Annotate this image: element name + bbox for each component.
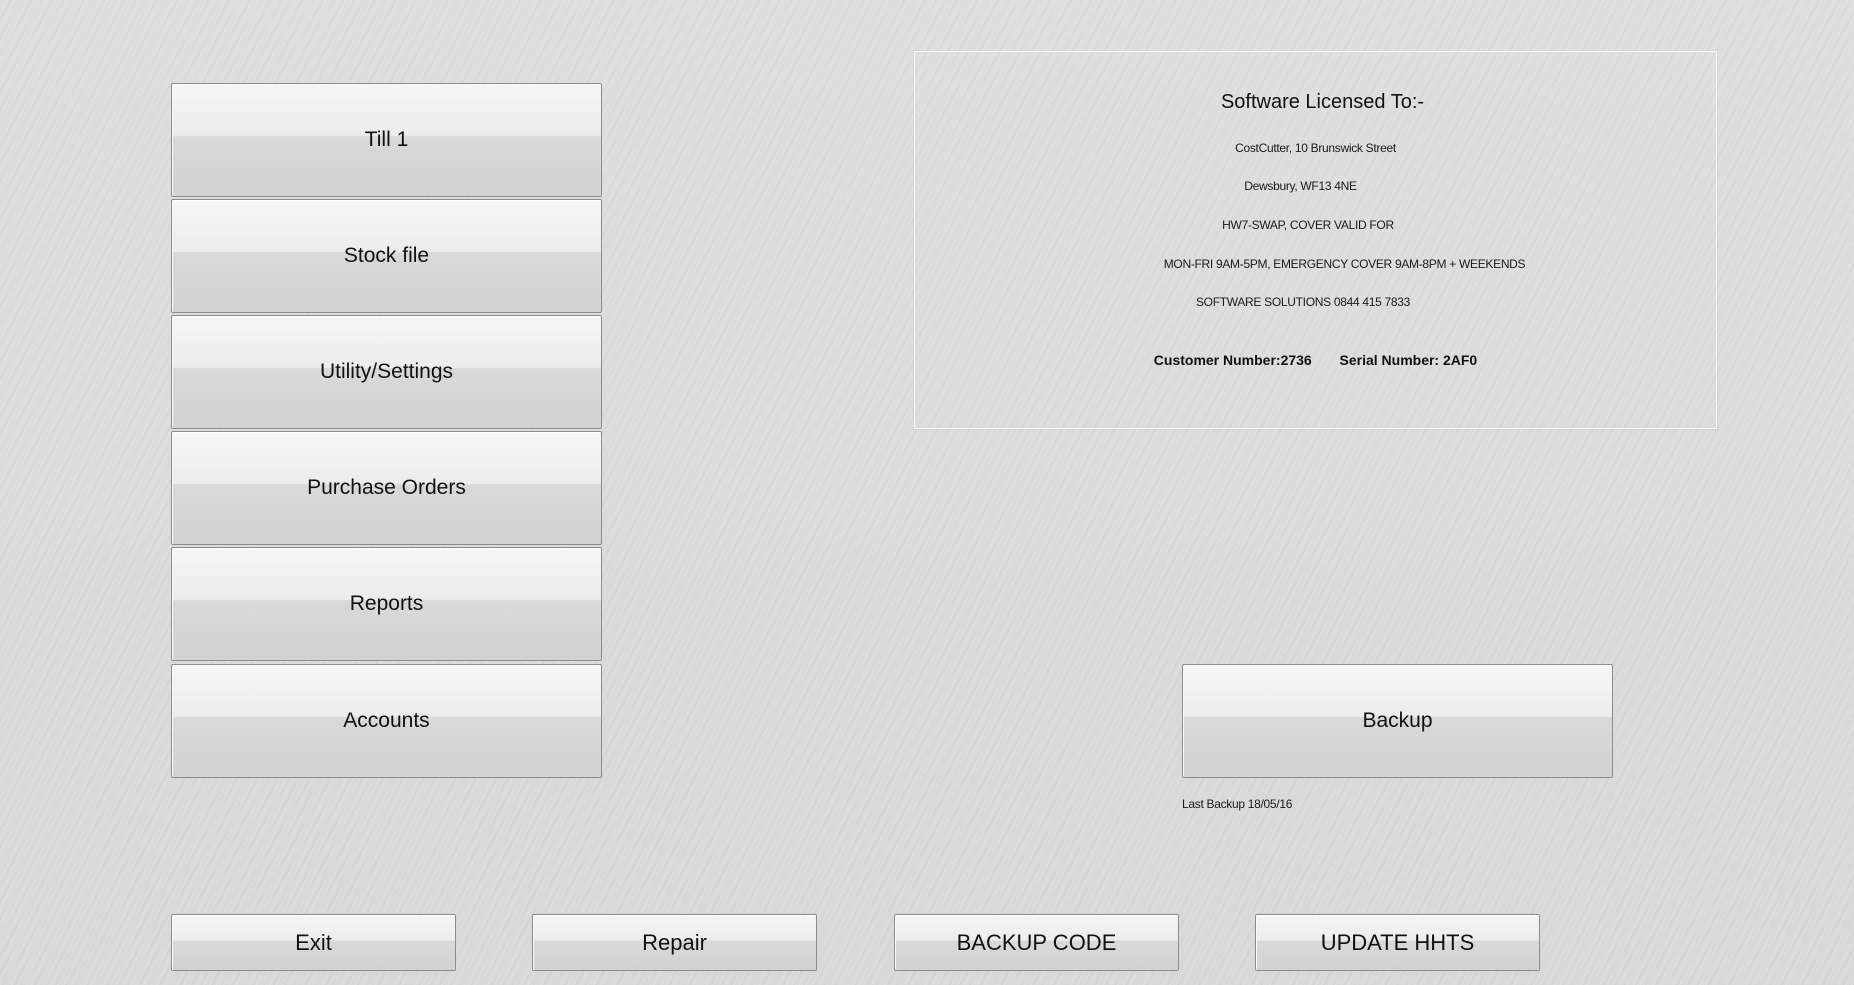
exit-button[interactable]: Exit	[171, 914, 456, 971]
purchase-orders-label: Purchase Orders	[307, 476, 466, 499]
license-address-line-1: CostCutter, 10 Brunswick Street	[1235, 141, 1396, 155]
backup-button[interactable]: Backup	[1182, 664, 1613, 778]
license-ids-row: Customer Number:2736 Serial Number: 2AF0	[915, 352, 1716, 368]
utility-settings-button[interactable]: Utility/Settings	[171, 315, 602, 429]
license-cover-line: HW7-SWAP, COVER VALID FOR	[1222, 218, 1394, 232]
reports-button[interactable]: Reports	[171, 547, 602, 661]
backup-label: Backup	[1362, 709, 1433, 732]
stock-file-label: Stock file	[343, 244, 430, 267]
license-hours-line: MON-FRI 9AM-5PM, EMERGENCY COVER 9AM-8PM…	[1163, 257, 1526, 271]
update-hhts-button[interactable]: UPDATE HHTS	[1255, 914, 1540, 971]
till-1-label: Till 1	[364, 128, 409, 151]
customer-number: Customer Number:2736	[1153, 352, 1312, 368]
repair-label: Repair	[642, 929, 707, 955]
license-support-line: SOFTWARE SOLUTIONS 0844 415 7833	[1195, 295, 1411, 309]
accounts-label: Accounts	[343, 709, 430, 732]
stock-file-button[interactable]: Stock file	[171, 199, 602, 313]
accounts-button[interactable]: Accounts	[171, 664, 602, 778]
till-1-button[interactable]: Till 1	[171, 83, 602, 197]
license-panel: Software Licensed To:- CostCutter, 10 Br…	[914, 51, 1717, 429]
last-backup-text: Last Backup 18/05/16	[1182, 797, 1293, 811]
exit-label: Exit	[295, 929, 332, 955]
backup-code-button[interactable]: BACKUP CODE	[894, 914, 1179, 971]
license-title: Software Licensed To:-	[1220, 91, 1425, 113]
license-address-line-2: Dewsbury, WF13 4NE	[1244, 179, 1357, 193]
update-hhts-label: UPDATE HHTS	[1320, 929, 1475, 955]
repair-button[interactable]: Repair	[532, 914, 817, 971]
reports-label: Reports	[349, 592, 424, 615]
purchase-orders-button[interactable]: Purchase Orders	[171, 431, 602, 545]
serial-number: Serial Number: 2AF0	[1339, 352, 1478, 368]
utility-settings-label: Utility/Settings	[319, 360, 454, 383]
backup-code-label: BACKUP CODE	[956, 929, 1117, 955]
